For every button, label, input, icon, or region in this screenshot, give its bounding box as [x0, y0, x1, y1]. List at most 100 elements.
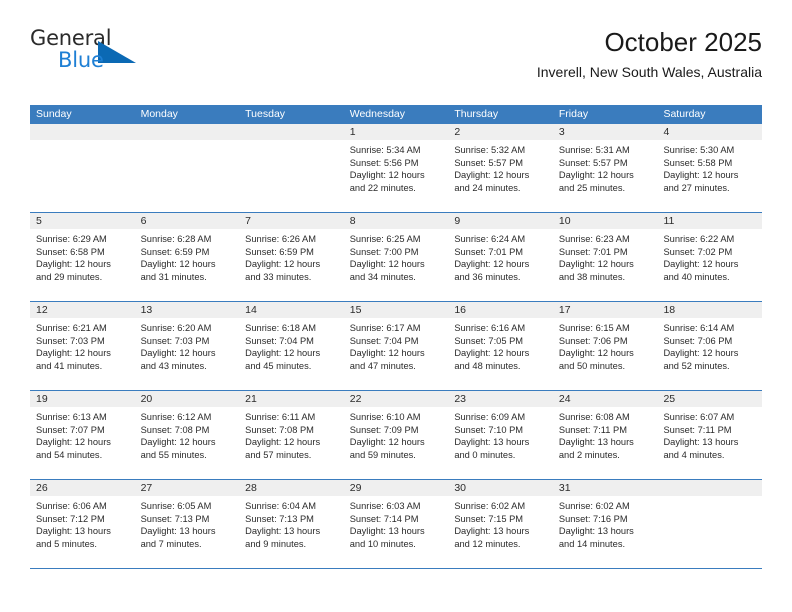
- day-cell-6[interactable]: Sunrise: 6:28 AM Sunset: 6:59 PM Daylight:…: [135, 229, 240, 301]
- day-number-24[interactable]: 24: [553, 394, 658, 405]
- day-detail-line: Sunrise: 6:18 AM: [245, 323, 316, 333]
- day-number-15[interactable]: 15: [344, 305, 449, 316]
- day-cell-empty: [657, 496, 762, 568]
- day-detail-line: Daylight: 12 hours: [245, 437, 321, 448]
- day-cell-empty: [135, 140, 240, 212]
- day-cell-17[interactable]: Sunrise: 6:15 AM Sunset: 7:06 PM Daylight:…: [553, 318, 658, 390]
- day-cell-27[interactable]: Sunrise: 6:05 AM Sunset: 7:13 PM Daylight:…: [135, 496, 240, 568]
- calendar-grid: Sunday Monday Tuesday Wednesday Thursday Frid…: [30, 105, 762, 569]
- day-detail-line: Daylight: 12 hours: [349, 170, 425, 181]
- day-detail-line: Daylight: 12 hours: [140, 348, 216, 359]
- day-detail-line: Daylight: 13 hours: [454, 526, 530, 537]
- day-number-6[interactable]: 6: [135, 216, 240, 227]
- day-number-28[interactable]: 28: [239, 483, 344, 494]
- calendar-page: General Blue October 2025 Inverell, New …: [0, 0, 792, 612]
- day-number-5[interactable]: 5: [30, 216, 135, 227]
- day-cell-14[interactable]: Sunrise: 6:18 AM Sunset: 7:04 PM Daylight:…: [239, 318, 344, 390]
- day-cell-24[interactable]: Sunrise: 6:08 AM Sunset: 7:11 PM Daylight:…: [553, 407, 658, 479]
- day-detail-line: Sunrise: 6:25 AM: [349, 234, 421, 244]
- day-number-12[interactable]: 12: [30, 305, 135, 316]
- day-cell-8[interactable]: Sunrise: 6:25 AM Sunset: 7:00 PM Daylight:…: [344, 229, 449, 301]
- day-detail-line: and 52 minutes.: [663, 360, 730, 371]
- day-detail-line: Daylight: 12 hours: [140, 437, 216, 448]
- day-number-14[interactable]: 14: [239, 305, 344, 316]
- day-number-25[interactable]: 25: [657, 394, 762, 405]
- day-number-9[interactable]: 9: [448, 216, 553, 227]
- day-cell-19[interactable]: Sunrise: 6:13 AM Sunset: 7:07 PM Daylight:…: [30, 407, 135, 479]
- day-cell-16[interactable]: Sunrise: 6:16 AM Sunset: 7:05 PM Daylight:…: [448, 318, 553, 390]
- day-cell-30[interactable]: Sunrise: 6:02 AM Sunset: 7:15 PM Daylight:…: [448, 496, 553, 568]
- day-detail-line: Daylight: 13 hours: [663, 437, 739, 448]
- day-detail-line: Sunset: 7:01 PM: [558, 246, 628, 257]
- day-number-16[interactable]: 16: [448, 305, 553, 316]
- day-number-20[interactable]: 20: [135, 394, 240, 405]
- day-cell-12[interactable]: Sunrise: 6:21 AM Sunset: 7:03 PM Daylight:…: [30, 318, 135, 390]
- day-cell-3[interactable]: Sunrise: 5:31 AM Sunset: 5:57 PM Daylight:…: [553, 140, 658, 212]
- day-number-11[interactable]: 11: [657, 216, 762, 227]
- day-number-strip: 12 13 14 15 16 17 18: [30, 302, 762, 318]
- day-cell-18[interactable]: Sunrise: 6:14 AM Sunset: 7:06 PM Daylight:…: [657, 318, 762, 390]
- day-number-19[interactable]: 19: [30, 394, 135, 405]
- day-cell-5[interactable]: Sunrise: 6:29 AM Sunset: 6:58 PM Daylight:…: [30, 229, 135, 301]
- day-detail-line: Sunset: 7:09 PM: [349, 424, 419, 435]
- day-cell-13[interactable]: Sunrise: 6:20 AM Sunset: 7:03 PM Daylight:…: [135, 318, 240, 390]
- day-detail-line: Daylight: 12 hours: [454, 259, 530, 270]
- day-number-17[interactable]: 17: [553, 305, 658, 316]
- day-cell-31[interactable]: Sunrise: 6:02 AM Sunset: 7:16 PM Daylight:…: [553, 496, 658, 568]
- day-detail-line: Sunset: 7:12 PM: [36, 513, 105, 524]
- day-number-23[interactable]: 23: [448, 394, 553, 405]
- day-number-21[interactable]: 21: [239, 394, 344, 405]
- day-cell-22[interactable]: Sunrise: 6:10 AM Sunset: 7:09 PM Daylight:…: [344, 407, 449, 479]
- day-detail-line: Sunrise: 6:06 AM: [36, 501, 107, 511]
- day-cell-1[interactable]: Sunrise: 5:34 AM Sunset: 5:56 PM Daylight:…: [344, 140, 449, 212]
- day-number-29[interactable]: 29: [344, 483, 449, 494]
- day-number-4[interactable]: 4: [657, 127, 762, 138]
- day-cell-10[interactable]: Sunrise: 6:23 AM Sunset: 7:01 PM Daylight:…: [553, 229, 658, 301]
- day-detail-line: Sunrise: 6:12 AM: [140, 412, 212, 422]
- day-detail-line: Sunrise: 6:13 AM: [36, 412, 107, 422]
- day-number-10[interactable]: 10: [553, 216, 658, 227]
- day-cell-20[interactable]: Sunrise: 6:12 AM Sunset: 7:08 PM Daylight:…: [135, 407, 240, 479]
- day-number-27[interactable]: 27: [135, 483, 240, 494]
- day-detail-line: Sunrise: 6:11 AM: [245, 412, 316, 422]
- day-number-3[interactable]: 3: [553, 127, 658, 138]
- day-cell-15[interactable]: Sunrise: 6:17 AM Sunset: 7:04 PM Daylight:…: [344, 318, 449, 390]
- day-detail-line: Daylight: 12 hours: [454, 348, 530, 359]
- day-number-2[interactable]: 2: [448, 127, 553, 138]
- day-detail-line: Sunset: 6:59 PM: [245, 246, 314, 257]
- day-number-8[interactable]: 8: [344, 216, 449, 227]
- day-number-strip: 1234: [30, 124, 762, 140]
- day-cell-2[interactable]: Sunrise: 5:32 AM Sunset: 5:57 PM Daylight:…: [448, 140, 553, 212]
- page-title: October 2025: [604, 27, 762, 57]
- day-cell-25[interactable]: Sunrise: 6:07 AM Sunset: 7:11 PM Daylight:…: [657, 407, 762, 479]
- day-detail-line: and 50 minutes.: [558, 360, 626, 371]
- day-number-1[interactable]: 1: [344, 127, 449, 138]
- day-detail-line: Daylight: 12 hours: [245, 348, 321, 359]
- day-number-30[interactable]: 30: [448, 483, 553, 494]
- day-cell-28[interactable]: Sunrise: 6:04 AM Sunset: 7:13 PM Daylight:…: [239, 496, 344, 568]
- day-detail-line: Sunset: 6:59 PM: [140, 246, 210, 257]
- day-detail-line: and 54 minutes.: [36, 449, 103, 460]
- brand-logo[interactable]: General Blue: [30, 28, 150, 84]
- day-number-7[interactable]: 7: [239, 216, 344, 227]
- day-detail-line: and 27 minutes.: [663, 182, 730, 193]
- day-cell-4[interactable]: Sunrise: 5:30 AM Sunset: 5:58 PM Daylight:…: [657, 140, 762, 212]
- day-cell-23[interactable]: Sunrise: 6:09 AM Sunset: 7:10 PM Daylight:…: [448, 407, 553, 479]
- weekday-header-wednesday: Wednesday: [349, 108, 405, 121]
- day-cell-29[interactable]: Sunrise: 6:03 AM Sunset: 7:14 PM Daylight:…: [344, 496, 449, 568]
- day-number-22[interactable]: 22: [344, 394, 449, 405]
- day-detail-line: Sunrise: 5:31 AM: [558, 145, 630, 155]
- day-number-13[interactable]: 13: [135, 305, 240, 316]
- day-detail-line: Daylight: 12 hours: [245, 259, 321, 270]
- day-cell-21[interactable]: Sunrise: 6:11 AM Sunset: 7:08 PM Daylight:…: [239, 407, 344, 479]
- day-cell-9[interactable]: Sunrise: 6:24 AM Sunset: 7:01 PM Daylight:…: [448, 229, 553, 301]
- day-cell-26[interactable]: Sunrise: 6:06 AM Sunset: 7:12 PM Daylight:…: [30, 496, 135, 568]
- day-number-18[interactable]: 18: [657, 305, 762, 316]
- day-detail-line: and 43 minutes.: [140, 360, 207, 371]
- day-number-31[interactable]: 31: [553, 483, 658, 494]
- day-cell-11[interactable]: Sunrise: 6:22 AM Sunset: 7:02 PM Daylight:…: [657, 229, 762, 301]
- brand-name-bottom: Blue: [58, 48, 104, 72]
- day-number-26[interactable]: 26: [30, 483, 135, 494]
- day-cell-7[interactable]: Sunrise: 6:26 AM Sunset: 6:59 PM Daylight:…: [239, 229, 344, 301]
- day-detail-line: Sunrise: 6:23 AM: [558, 234, 630, 244]
